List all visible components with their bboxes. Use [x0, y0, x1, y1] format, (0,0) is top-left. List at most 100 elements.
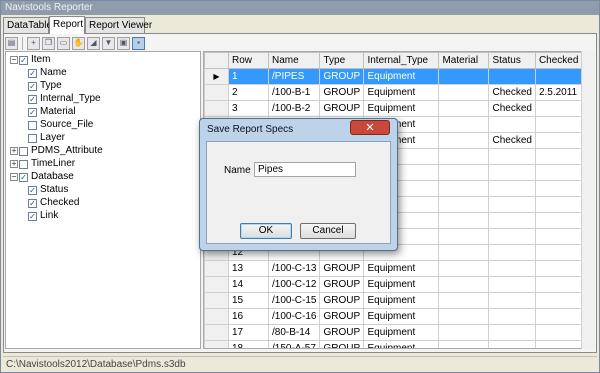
tree-node-item[interactable]: − ✓ Item [10, 54, 50, 66]
copy-icon[interactable]: ❐ [42, 36, 55, 50]
table-cell[interactable] [438, 340, 490, 348]
collapse-icon[interactable]: − [10, 56, 18, 64]
tab-datatable[interactable]: DataTable [3, 17, 52, 33]
table-cell[interactable] [438, 148, 490, 165]
cancel-button[interactable]: Cancel [300, 223, 356, 239]
table-cell[interactable] [438, 164, 490, 181]
save-icon[interactable]: ▪ [132, 36, 145, 50]
row-header[interactable] [204, 340, 229, 348]
column-header[interactable]: Name [267, 52, 321, 69]
column-header[interactable]: Row [228, 52, 269, 69]
table-row[interactable]: 17/80-B-14 GROUP Equipment [204, 324, 590, 341]
checkbox[interactable]: ✓ [28, 81, 37, 91]
table-row[interactable]: ▶ 1/PIPES GROUP Equipment [204, 68, 590, 85]
table-row[interactable]: 13/100-C-13 GROUP Equipment [204, 260, 590, 277]
table-cell[interactable] [488, 212, 536, 229]
table-cell[interactable]: /100-C-15 [267, 292, 321, 309]
table-cell[interactable]: GROUP [319, 68, 365, 85]
table-cell[interactable] [488, 196, 536, 213]
column-header[interactable]: Type [319, 52, 365, 69]
table-cell[interactable] [438, 68, 490, 85]
table-cell[interactable]: 18 [228, 340, 269, 348]
table-cell[interactable]: Equipment [363, 276, 440, 293]
table-cell[interactable]: 2 [228, 84, 269, 101]
table-row[interactable]: 3/100-B-2 GROUP Equipment Checked [204, 100, 590, 117]
row-header[interactable] [204, 276, 229, 293]
tree-node-status[interactable]: ✓ Status [28, 184, 68, 196]
table-cell[interactable]: 1 [228, 68, 269, 85]
table-cell[interactable] [438, 260, 490, 277]
table-cell[interactable]: 16 [228, 308, 269, 325]
hand-icon[interactable]: ✋ [72, 36, 85, 50]
tree-node-timeliner[interactable]: + TimeLiner [10, 158, 75, 170]
row-header[interactable] [204, 308, 229, 325]
table-cell[interactable]: GROUP [319, 84, 365, 101]
paste-icon[interactable]: ▭ [57, 36, 70, 50]
table-cell[interactable]: GROUP [319, 276, 365, 293]
chart-icon[interactable]: ◢ [87, 36, 100, 50]
table-cell[interactable] [488, 260, 536, 277]
tree-node-link[interactable]: ✓ Link [28, 210, 58, 222]
add-icon[interactable]: + [27, 36, 40, 50]
table-cell[interactable] [438, 244, 490, 261]
tree-node-internal-type[interactable]: ✓ Internal_Type [28, 93, 101, 105]
checkbox[interactable]: ✓ [28, 107, 37, 117]
table-cell[interactable]: GROUP [319, 324, 365, 341]
tab-report-viewer[interactable]: Report Viewer [85, 17, 152, 33]
row-header[interactable] [204, 260, 229, 277]
filter-icon[interactable]: ▼ [102, 36, 115, 50]
vertical-scrollbar[interactable] [581, 51, 595, 349]
collapse-icon[interactable]: − [10, 173, 18, 181]
checkbox[interactable]: ✓ [28, 185, 37, 195]
tree-node-source-file[interactable]: Source_File [28, 119, 93, 131]
table-cell[interactable] [438, 228, 490, 245]
checkbox[interactable] [19, 146, 28, 156]
close-icon[interactable]: ✕ [350, 120, 390, 135]
checkbox[interactable]: ✓ [19, 55, 28, 65]
table-cell[interactable]: 17 [228, 324, 269, 341]
table-cell[interactable] [488, 324, 536, 341]
tree-node-database[interactable]: − ✓ Database [10, 171, 74, 183]
table-cell[interactable] [488, 228, 536, 245]
checkbox[interactable]: ✓ [28, 198, 37, 208]
column-header[interactable]: Internal_Type [363, 52, 440, 69]
tree-node-name[interactable]: ✓ Name [28, 67, 67, 79]
table-cell[interactable]: 15 [228, 292, 269, 309]
table-cell[interactable] [438, 308, 490, 325]
row-header[interactable] [204, 100, 229, 117]
checkbox[interactable]: ✓ [28, 94, 37, 104]
checkbox[interactable] [19, 159, 28, 169]
checkbox[interactable] [28, 133, 37, 143]
table-cell[interactable] [488, 244, 536, 261]
ok-button[interactable]: OK [240, 223, 292, 239]
table-cell[interactable]: 14 [228, 276, 269, 293]
column-header[interactable]: Material [438, 52, 490, 69]
table-cell[interactable]: Checked [488, 132, 536, 149]
table-cell[interactable]: Checked [488, 84, 536, 101]
table-cell[interactable] [488, 180, 536, 197]
table-cell[interactable]: /100-B-2 [267, 100, 321, 117]
row-header[interactable] [204, 84, 229, 101]
row-header[interactable] [204, 324, 229, 341]
table-cell[interactable]: Checked [488, 100, 536, 117]
table-cell[interactable] [438, 84, 490, 101]
table-row[interactable]: 2/100-B-1 GROUP Equipment Checked 2.5.2011 [204, 84, 590, 101]
table-cell[interactable]: /PIPES [267, 68, 321, 85]
tree-node-pdms-attribute[interactable]: + PDMS_Attribute [10, 145, 103, 157]
table-cell[interactable] [438, 292, 490, 309]
table-cell[interactable]: Equipment [363, 292, 440, 309]
column-header[interactable]: Status [488, 52, 536, 69]
current-row-indicator-icon[interactable]: ▶ [204, 68, 229, 85]
table-cell[interactable] [488, 164, 536, 181]
table-cell[interactable]: /100-C-16 [267, 308, 321, 325]
table-cell[interactable] [488, 276, 536, 293]
checkbox[interactable]: ✓ [19, 172, 28, 182]
tree-node-layer[interactable]: Layer [28, 132, 65, 144]
table-cell[interactable] [438, 100, 490, 117]
table-row[interactable]: 16/100-C-16 GROUP Equipment [204, 308, 590, 325]
preview-icon[interactable]: ▣ [117, 36, 130, 50]
table-cell[interactable]: GROUP [319, 260, 365, 277]
table-cell[interactable]: 13 [228, 260, 269, 277]
table-cell[interactable]: GROUP [319, 340, 365, 348]
table-cell[interactable] [438, 180, 490, 197]
